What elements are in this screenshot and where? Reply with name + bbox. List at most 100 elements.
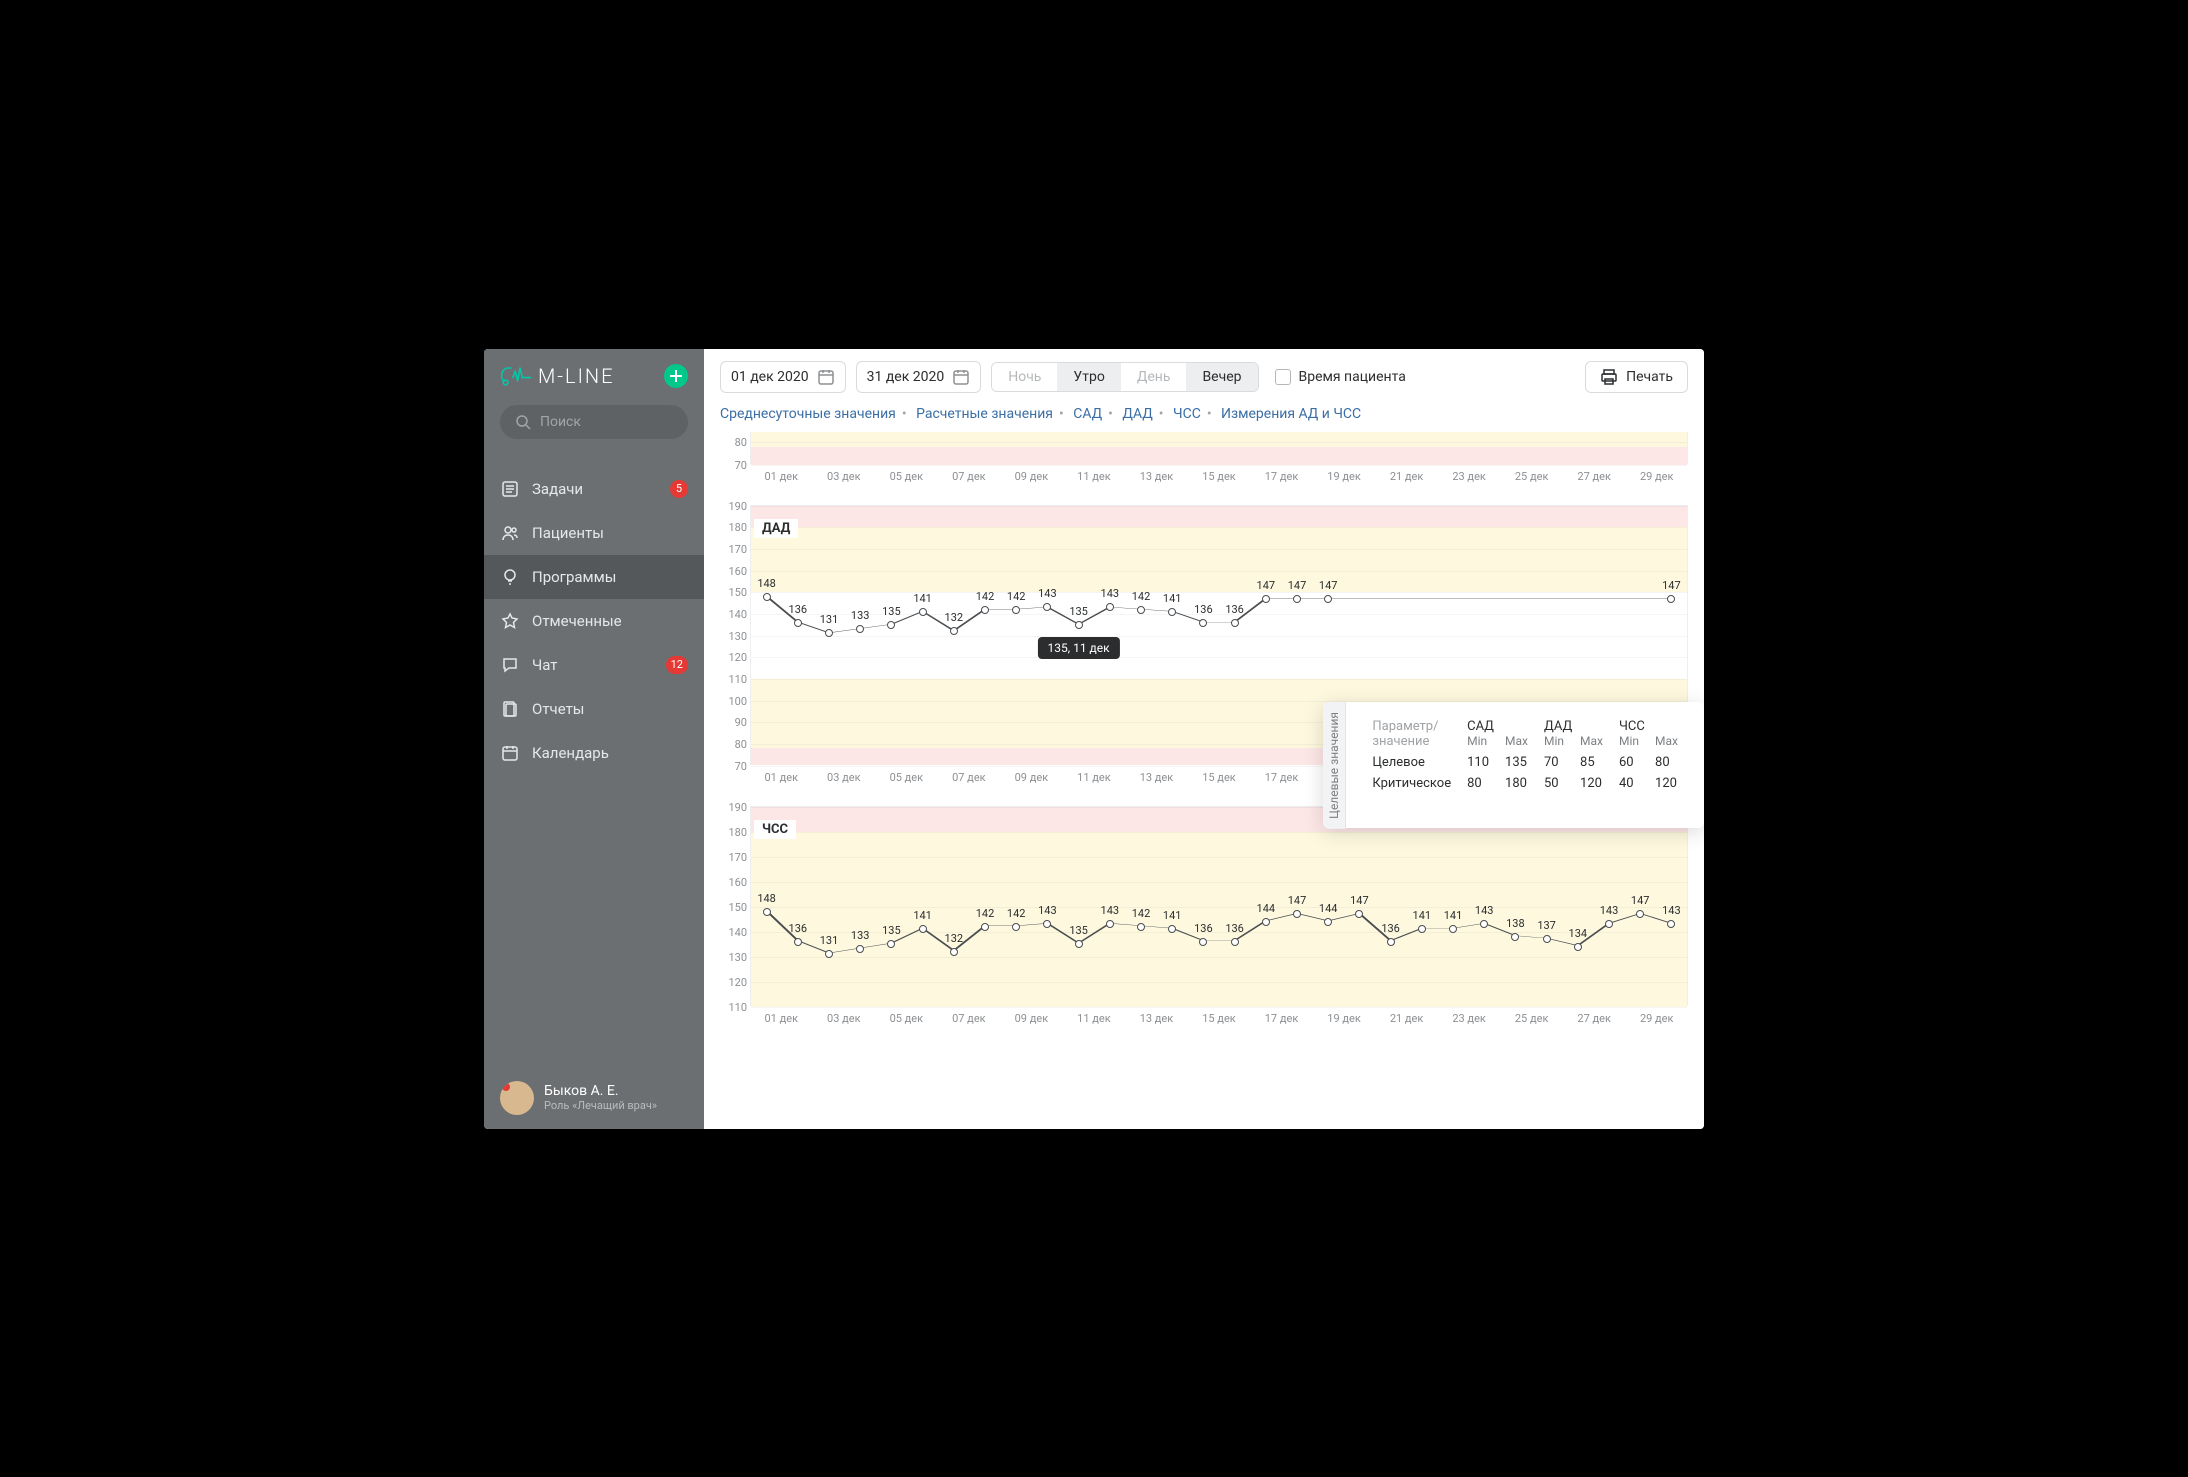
sidebar-item-reports[interactable]: Отчеты [484, 687, 704, 731]
x-tick: 27 дек [1563, 470, 1626, 483]
data-point[interactable] [1075, 940, 1083, 948]
avatar [500, 1081, 534, 1115]
badge: 12 [666, 656, 688, 674]
data-point[interactable] [794, 938, 802, 946]
add-button[interactable] [664, 364, 688, 388]
data-point-label: 142 [976, 907, 995, 920]
checkbox-icon [1275, 369, 1291, 385]
date-from-picker[interactable]: 01 дек 2020 [720, 361, 846, 393]
data-point[interactable] [1355, 910, 1363, 918]
search-input[interactable]: Поиск [500, 405, 688, 439]
data-point[interactable] [1012, 923, 1020, 931]
print-label: Печать [1626, 369, 1673, 385]
x-tick: 13 дек [1125, 771, 1188, 784]
data-point[interactable] [763, 908, 771, 916]
sidebar-item-tasks[interactable]: Задачи 5 [484, 467, 704, 511]
sidebar-item-label: Отчеты [532, 700, 584, 718]
x-tick: 21 дек [1375, 1012, 1438, 1025]
date-to-picker[interactable]: 31 дек 2020 [856, 361, 982, 393]
data-point[interactable] [1605, 920, 1613, 928]
breadcrumb[interactable]: САД [1073, 406, 1102, 422]
data-point-label: 142 [1132, 907, 1151, 920]
breadcrumb[interactable]: ЧСС [1173, 406, 1201, 422]
data-point[interactable] [1168, 608, 1176, 616]
app-logo: M-LINE [500, 363, 615, 389]
data-point[interactable] [1511, 933, 1519, 941]
breadcrumb[interactable]: Расчетные значения [916, 406, 1053, 422]
sidebar-item-chat[interactable]: Чат 12 [484, 643, 704, 687]
chart-scroll-area[interactable]: 70809010011001 дек03 дек05 дек07 дек09 д… [704, 432, 1704, 1129]
data-point[interactable] [1293, 910, 1301, 918]
daypart-night[interactable]: Ночь [992, 363, 1057, 391]
users-icon [500, 523, 520, 543]
data-point[interactable] [1543, 935, 1551, 943]
data-point[interactable] [1667, 920, 1675, 928]
breadcrumb[interactable]: Измерения АД и ЧСС [1221, 406, 1361, 422]
data-point-label: 147 [1288, 894, 1307, 907]
data-point[interactable] [1106, 603, 1114, 611]
data-point-label: 136 [789, 603, 808, 616]
daypart-evening[interactable]: Вечер [1186, 363, 1257, 391]
targets-tab[interactable]: Целевые значения [1323, 702, 1346, 829]
patient-time-checkbox[interactable]: Время пациента [1275, 369, 1406, 385]
breadcrumb[interactable]: ДАД [1122, 406, 1152, 422]
data-point[interactable] [981, 923, 989, 931]
daypart-morning[interactable]: Утро [1057, 363, 1120, 391]
sidebar-item-programs[interactable]: Программы [484, 555, 704, 599]
data-point[interactable] [763, 593, 771, 601]
daypart-day[interactable]: День [1121, 363, 1187, 391]
sidebar-item-patients[interactable]: Пациенты [484, 511, 704, 555]
data-point[interactable] [1480, 920, 1488, 928]
data-point[interactable] [856, 625, 864, 633]
data-point[interactable] [825, 950, 833, 958]
data-point[interactable] [919, 925, 927, 933]
sidebar: M-LINE Поиск Задачи 5 Пациенты [484, 349, 704, 1129]
data-point[interactable] [1137, 606, 1145, 614]
data-point[interactable] [1636, 910, 1644, 918]
data-point[interactable] [1231, 938, 1239, 946]
data-point[interactable] [1574, 943, 1582, 951]
data-point[interactable] [1387, 938, 1395, 946]
user-profile[interactable]: Быков А. Е. Роль «Лечащий врач» [484, 1067, 704, 1129]
data-point[interactable] [1449, 925, 1457, 933]
data-point[interactable] [1168, 925, 1176, 933]
data-point[interactable] [1199, 619, 1207, 627]
data-point[interactable] [1043, 603, 1051, 611]
data-point[interactable] [1324, 918, 1332, 926]
print-button[interactable]: Печать [1585, 361, 1688, 393]
data-point[interactable] [1667, 595, 1675, 603]
data-point-label: 135 [882, 924, 901, 937]
data-point[interactable] [1075, 621, 1083, 629]
data-point[interactable] [856, 945, 864, 953]
data-point[interactable] [981, 606, 989, 614]
sidebar-item-starred[interactable]: Отмеченные [484, 599, 704, 643]
data-point[interactable] [1293, 595, 1301, 603]
data-point[interactable] [887, 940, 895, 948]
data-point[interactable] [1137, 923, 1145, 931]
data-point[interactable] [950, 627, 958, 635]
data-point[interactable] [1324, 595, 1332, 603]
main: 01 дек 2020 31 дек 2020 Ночь Утро День В… [704, 349, 1704, 1129]
x-tick: 29 дек [1625, 470, 1688, 483]
breadcrumb[interactable]: Среднесуточные значения [720, 406, 896, 422]
data-point[interactable] [1043, 920, 1051, 928]
data-point[interactable] [1262, 918, 1270, 926]
data-point[interactable] [1199, 938, 1207, 946]
data-point[interactable] [887, 621, 895, 629]
sidebar-item-calendar[interactable]: Календарь [484, 731, 704, 775]
data-point[interactable] [1012, 606, 1020, 614]
data-point[interactable] [1106, 920, 1114, 928]
data-point[interactable] [919, 608, 927, 616]
x-tick: 15 дек [1188, 470, 1251, 483]
data-point[interactable] [950, 948, 958, 956]
badge: 5 [670, 480, 688, 498]
chat-icon [500, 655, 520, 675]
data-point[interactable] [794, 619, 802, 627]
data-point[interactable] [1262, 595, 1270, 603]
chart-chss: 1101201301401501601701801901481361311331… [720, 806, 1688, 1025]
data-point[interactable] [1418, 925, 1426, 933]
data-point[interactable] [1231, 619, 1239, 627]
x-tick: 29 дек [1625, 1012, 1688, 1025]
data-point[interactable] [825, 629, 833, 637]
data-point-label: 143 [1600, 904, 1619, 917]
